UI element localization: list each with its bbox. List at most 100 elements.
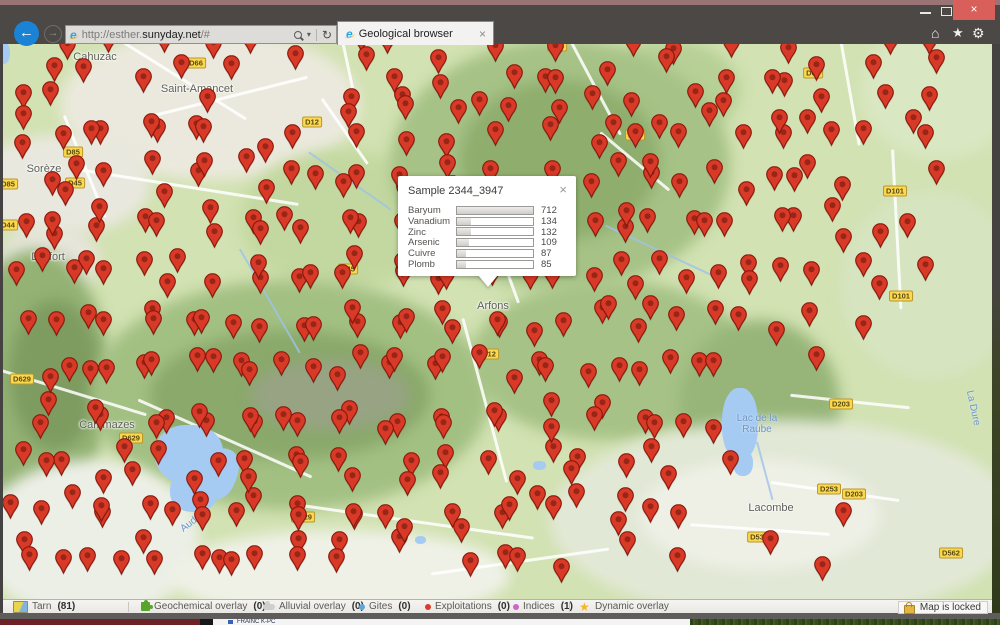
map-pin[interactable]: [202, 199, 219, 224]
map-pin[interactable]: [642, 295, 659, 320]
map-pin[interactable]: [14, 134, 31, 159]
map-pin[interactable]: [252, 220, 269, 245]
map-pin[interactable]: [331, 409, 348, 434]
map-pin[interactable]: [328, 548, 345, 573]
refresh-icon[interactable]: ↻: [322, 29, 332, 41]
map-viewport[interactable]: Sample 2344_3947 × Baryum712Vanadium134Z…: [3, 44, 992, 599]
map-pin[interactable]: [20, 310, 37, 335]
map-canvas[interactable]: Sample 2344_3947 × Baryum712Vanadium134Z…: [3, 44, 992, 599]
map-pin[interactable]: [741, 270, 758, 295]
map-pin[interactable]: [258, 179, 275, 204]
map-pin[interactable]: [238, 148, 255, 173]
map-pin[interactable]: [618, 202, 635, 227]
map-pin[interactable]: [189, 347, 206, 372]
map-pin[interactable]: [289, 546, 306, 571]
map-pin[interactable]: [64, 484, 81, 509]
map-pin[interactable]: [610, 152, 627, 177]
back-button[interactable]: ←: [14, 21, 39, 46]
map-pin[interactable]: [705, 419, 722, 444]
map-pin[interactable]: [625, 44, 642, 57]
tab-geological-browser[interactable]: e Geological browser ×: [337, 21, 494, 45]
map-pin[interactable]: [462, 552, 479, 577]
map-pin[interactable]: [68, 155, 85, 180]
map-pin[interactable]: [774, 207, 791, 232]
map-pin[interactable]: [921, 86, 938, 111]
map-pin[interactable]: [206, 223, 223, 248]
map-pin[interactable]: [543, 392, 560, 417]
map-pin[interactable]: [855, 120, 872, 145]
map-pin[interactable]: [480, 450, 497, 475]
map-pin[interactable]: [199, 88, 216, 113]
close-icon[interactable]: ×: [559, 183, 567, 196]
map-pin[interactable]: [669, 547, 686, 572]
map-pin[interactable]: [18, 213, 35, 238]
map-pin[interactable]: [928, 49, 945, 74]
map-pin[interactable]: [618, 453, 635, 478]
map-pin[interactable]: [33, 500, 50, 525]
map-pin[interactable]: [95, 311, 112, 336]
map-pin[interactable]: [82, 360, 99, 385]
map-pin[interactable]: [642, 498, 659, 523]
map-pin[interactable]: [489, 311, 506, 336]
map-pin[interactable]: [586, 267, 603, 292]
map-pin[interactable]: [450, 99, 467, 124]
search-icon[interactable]: [294, 31, 302, 39]
map-pin[interactable]: [587, 212, 604, 237]
map-pin[interactable]: [21, 546, 38, 571]
statusbar-item-exploitations[interactable]: Exploitations(0): [425, 600, 510, 613]
map-pin[interactable]: [93, 497, 110, 522]
map-pin[interactable]: [186, 470, 203, 495]
map-pin[interactable]: [53, 451, 70, 476]
map-pin[interactable]: [193, 309, 210, 334]
map-pin[interactable]: [543, 418, 560, 443]
map-pin[interactable]: [124, 461, 141, 486]
map-pin[interactable]: [61, 357, 78, 382]
statusbar-item-dynamic-overlay[interactable]: Dynamic overlay: [579, 600, 669, 613]
map-locked-indicator[interactable]: Map is locked: [898, 601, 988, 614]
map-pin[interactable]: [780, 44, 797, 64]
map-pin[interactable]: [377, 420, 394, 445]
map-pin[interactable]: [547, 44, 564, 62]
map-pin[interactable]: [228, 502, 245, 527]
map-pin[interactable]: [204, 273, 221, 298]
map-pin[interactable]: [928, 160, 945, 185]
map-pin[interactable]: [882, 44, 899, 55]
map-pin[interactable]: [15, 441, 32, 466]
map-pin[interactable]: [32, 414, 49, 439]
map-pin[interactable]: [764, 69, 781, 94]
forward-button[interactable]: →: [44, 25, 62, 43]
map-pin[interactable]: [735, 124, 752, 149]
map-pin[interactable]: [352, 344, 369, 369]
map-pin[interactable]: [55, 125, 72, 150]
map-pin[interactable]: [386, 347, 403, 372]
map-pin[interactable]: [276, 206, 293, 231]
map-pin[interactable]: [642, 153, 659, 178]
map-pin[interactable]: [344, 467, 361, 492]
map-pin[interactable]: [611, 357, 628, 382]
map-pin[interactable]: [675, 413, 692, 438]
map-pin[interactable]: [678, 269, 695, 294]
map-pin[interactable]: [500, 97, 517, 122]
chevron-down-icon[interactable]: ▾: [307, 30, 311, 39]
map-pin[interactable]: [835, 228, 852, 253]
map-pin[interactable]: [305, 316, 322, 341]
map-pin[interactable]: [257, 138, 274, 163]
map-pin[interactable]: [670, 504, 687, 529]
map-pin[interactable]: [555, 312, 572, 337]
map-pin[interactable]: [79, 547, 96, 572]
map-pin[interactable]: [42, 81, 59, 106]
map-pin[interactable]: [651, 114, 668, 139]
map-pin[interactable]: [144, 150, 161, 175]
map-pin[interactable]: [156, 183, 173, 208]
map-pin[interactable]: [501, 496, 518, 521]
map-pin[interactable]: [344, 299, 361, 324]
map-pin[interactable]: [194, 506, 211, 531]
map-pin[interactable]: [48, 311, 65, 336]
map-pin[interactable]: [643, 438, 660, 463]
map-pin[interactable]: [823, 121, 840, 146]
statusbar-item-indices[interactable]: Indices(1): [513, 600, 573, 613]
favorites-star-icon[interactable]: ★: [952, 25, 964, 41]
map-pin[interactable]: [435, 414, 452, 439]
map-pin[interactable]: [287, 45, 304, 70]
map-pin[interactable]: [803, 261, 820, 286]
